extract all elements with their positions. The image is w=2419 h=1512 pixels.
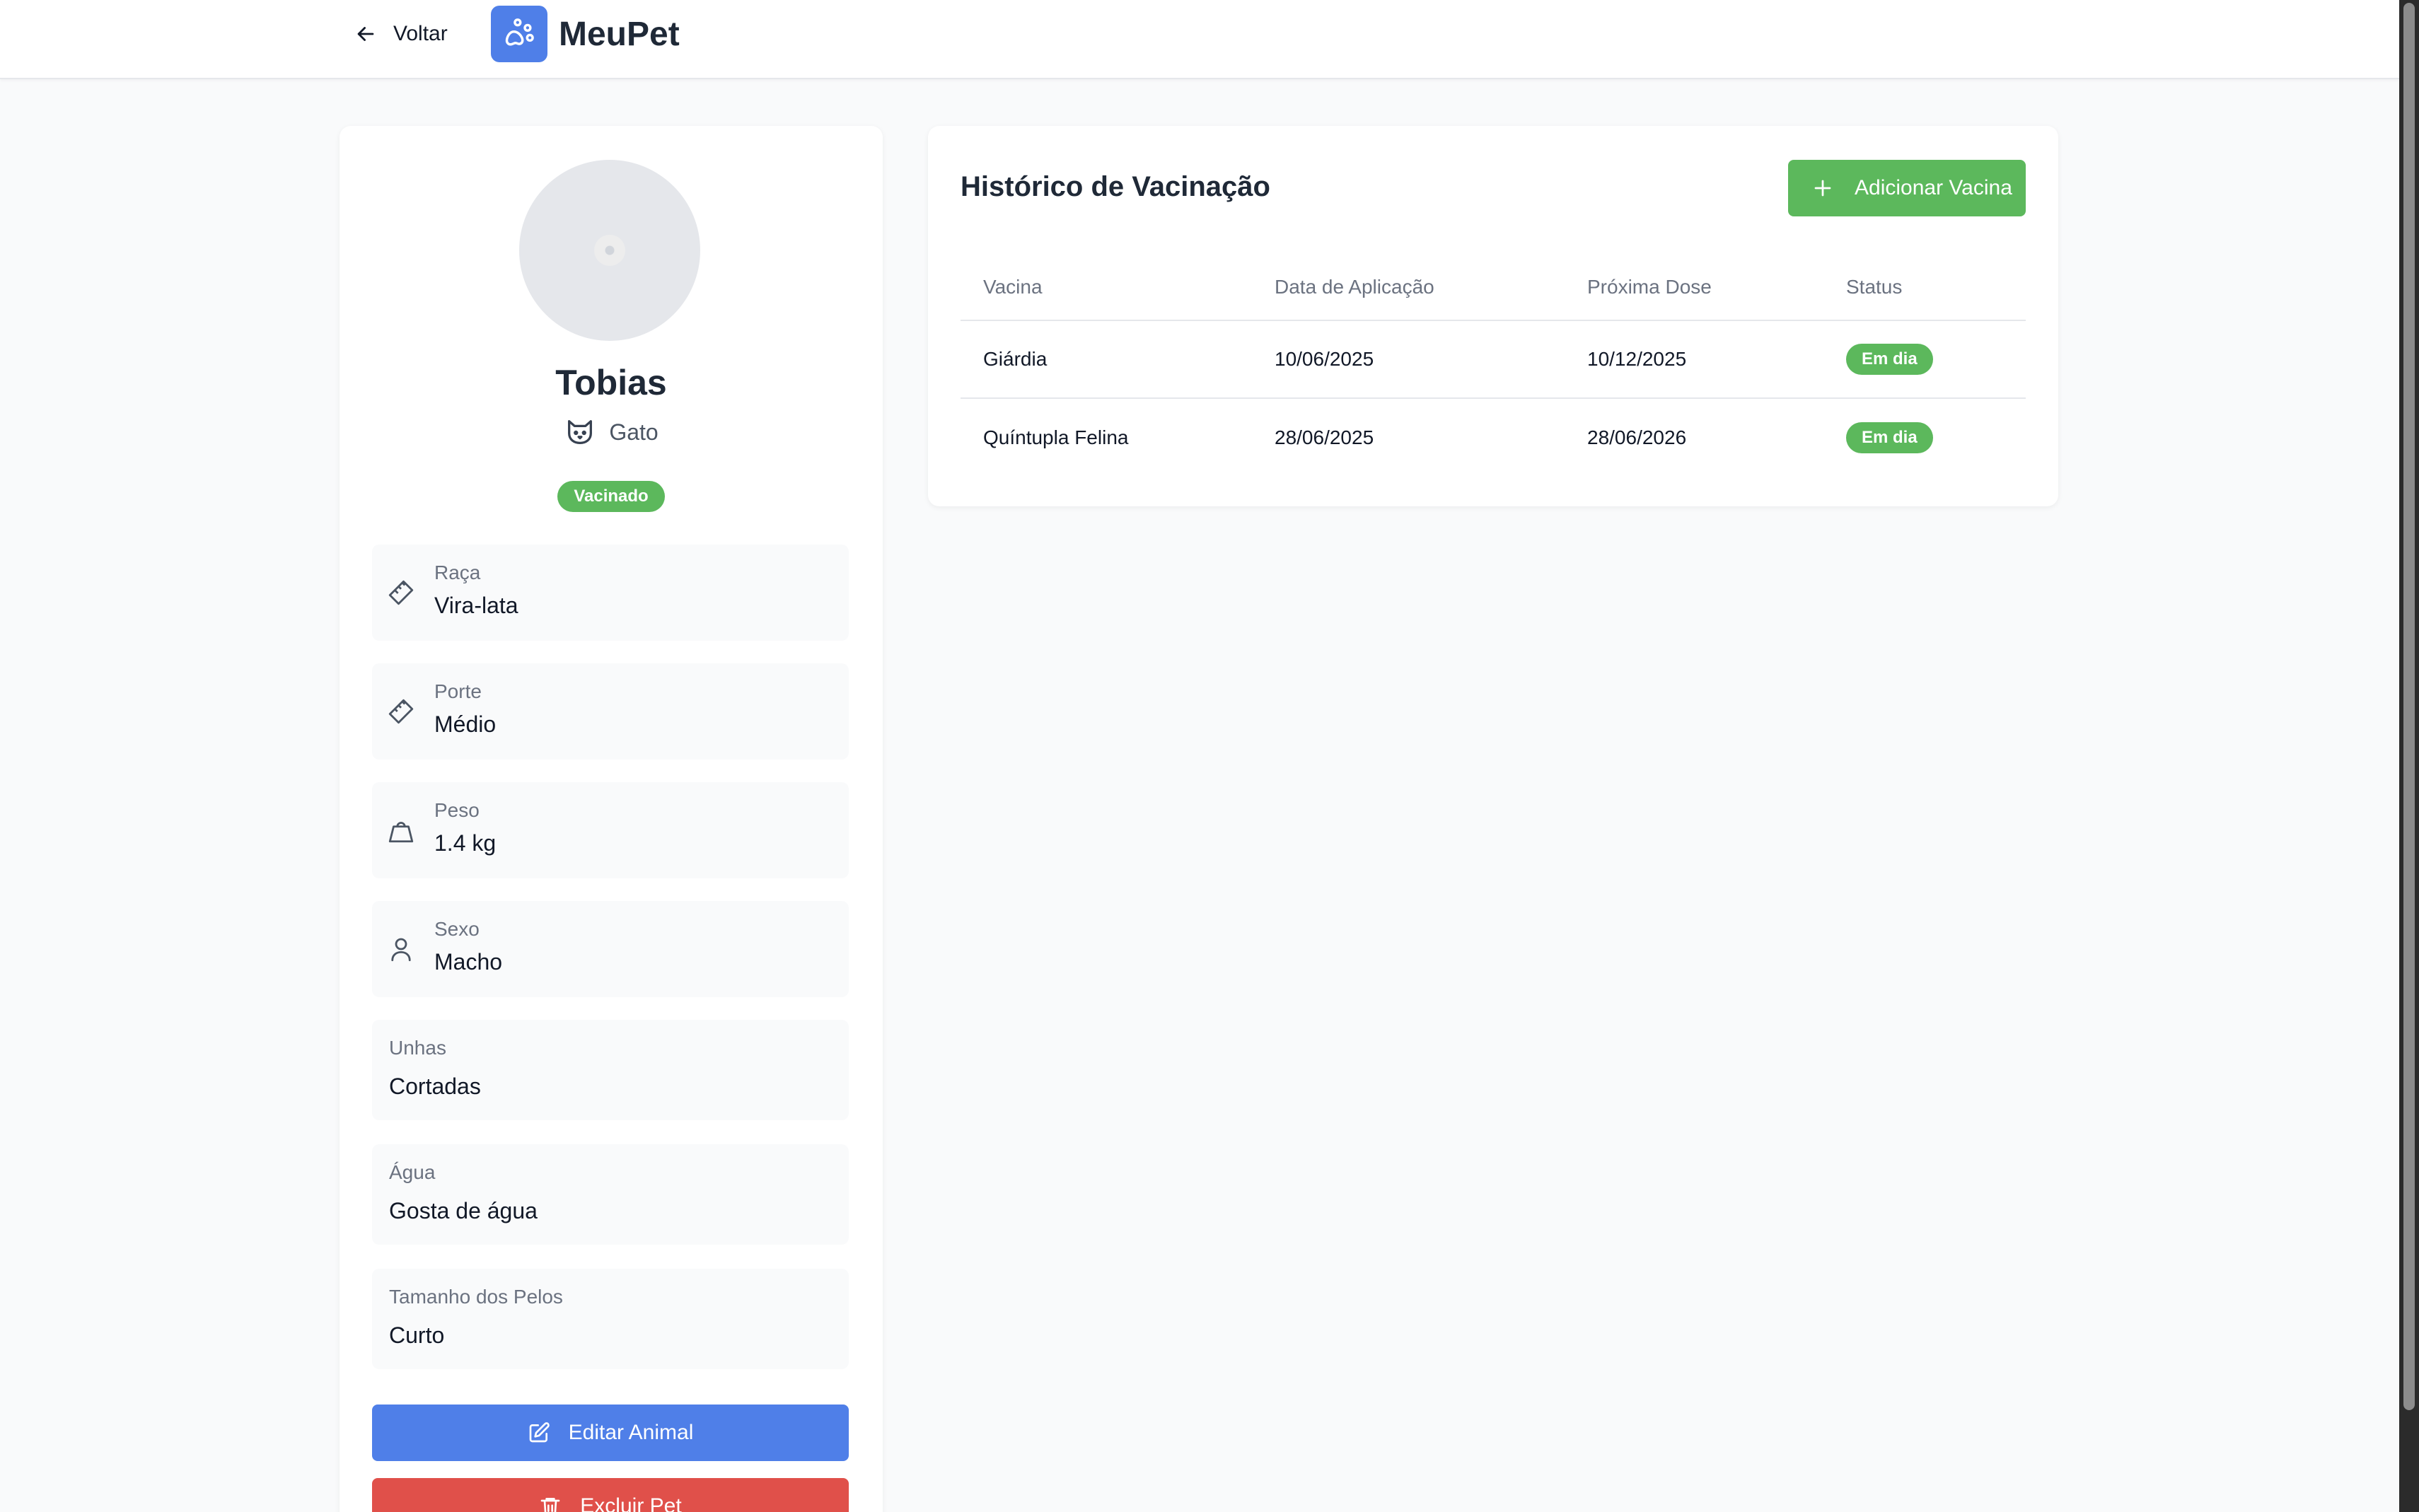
info-size: Porte Médio [372, 663, 849, 760]
image-placeholder-icon [594, 235, 625, 266]
edit-pet-button[interactable]: Editar Animal [372, 1405, 849, 1461]
info-nails: Unhas Cortadas [372, 1020, 849, 1120]
pet-species: Gato [340, 416, 883, 448]
info-breed-label: Raça [434, 562, 481, 583]
info-weight-value: 1.4 kg [434, 830, 497, 856]
table-header: Vacina Data de Aplicação Próxima Dose St… [961, 255, 2026, 321]
info-water-label: Água [389, 1161, 436, 1183]
paw-icon [491, 6, 547, 62]
applied-date: 10/06/2025 [1275, 348, 1374, 370]
next-dose-date: 10/12/2025 [1587, 348, 1687, 370]
info-weight: Peso 1.4 kg [372, 782, 849, 878]
brand[interactable]: MeuPet [491, 6, 680, 62]
delete-pet-button[interactable]: Excluir Pet [372, 1478, 849, 1512]
ruler-icon [388, 699, 414, 724]
pet-name: Tobias [555, 363, 667, 402]
info-water: Água Gosta de água [372, 1144, 849, 1245]
info-nails-value: Cortadas [389, 1074, 481, 1099]
column-header-status: Status [1846, 276, 1903, 298]
info-sex-label: Sexo [434, 918, 480, 940]
vaccination-table: Vacina Data de Aplicação Próxima Dose St… [961, 255, 2026, 477]
info-water-value: Gosta de água [389, 1198, 538, 1223]
column-header-vaccine: Vacina [983, 276, 1043, 298]
table-row[interactable]: Quíntupla Felina 28/06/2025 28/06/2026 E… [961, 399, 2026, 477]
page-scrollbar[interactable] [2399, 0, 2419, 1512]
status-badge: Em dia [1846, 344, 1933, 375]
vaccine-name: Quíntupla Felina [983, 426, 1129, 448]
back-button[interactable]: Voltar [354, 14, 448, 54]
add-vaccine-label: Adicionar Vacina [1855, 176, 2012, 199]
edit-icon [529, 1422, 550, 1443]
arrow-left-icon [357, 27, 374, 41]
vaccination-history-card: Histórico de Vacinação Adicionar Vacina … [928, 126, 2058, 506]
plus-icon [1814, 180, 1831, 197]
info-sex: Sexo Macho [372, 901, 849, 997]
info-size-value: Médio [434, 711, 497, 737]
pet-profile-card: Tobias Gato Vacinado Raça Vira-lata Port… [340, 126, 883, 1512]
status-badge: Em dia [1846, 422, 1933, 453]
weight-icon [388, 822, 414, 843]
back-label: Voltar [393, 22, 448, 45]
info-breed: Raça Vira-lata [372, 545, 849, 641]
column-header-applied: Data de Aplicação [1275, 276, 1434, 298]
next-dose-date: 28/06/2026 [1587, 426, 1687, 448]
pet-avatar [519, 160, 700, 341]
info-fur-length: Tamanho dos Pelos Curto [372, 1269, 849, 1369]
status-cell: Em dia [1846, 344, 1933, 375]
scrollbar-thumb[interactable] [2403, 3, 2415, 1410]
info-fur-label: Tamanho dos Pelos [389, 1286, 563, 1308]
species-label: Gato [609, 419, 659, 445]
info-sex-value: Macho [434, 949, 503, 975]
status-cell: Em dia [1846, 422, 1933, 453]
info-fur-value: Curto [389, 1322, 445, 1348]
info-nails-label: Unhas [389, 1037, 446, 1059]
top-header: Voltar MeuPet [0, 0, 2399, 79]
trash-icon [540, 1498, 560, 1512]
column-header-next-dose: Próxima Dose [1587, 276, 1712, 298]
table-row[interactable]: Giárdia 10/06/2025 10/12/2025 Em dia [961, 321, 2026, 399]
vaccination-title: Histórico de Vacinação [961, 171, 1270, 202]
cat-icon [568, 420, 593, 444]
ruler-icon [388, 580, 414, 605]
applied-date: 28/06/2025 [1275, 426, 1374, 448]
add-vaccine-button[interactable]: Adicionar Vacina [1788, 160, 2026, 216]
brand-name: MeuPet [559, 15, 680, 53]
info-breed-value: Vira-lata [434, 593, 518, 618]
info-weight-label: Peso [434, 799, 480, 821]
delete-pet-label: Excluir Pet [580, 1494, 682, 1512]
info-size-label: Porte [434, 680, 482, 702]
user-icon [391, 938, 411, 962]
vaccinated-badge: Vacinado [557, 481, 665, 512]
vaccine-name: Giárdia [983, 348, 1048, 370]
edit-pet-label: Editar Animal [568, 1421, 694, 1444]
